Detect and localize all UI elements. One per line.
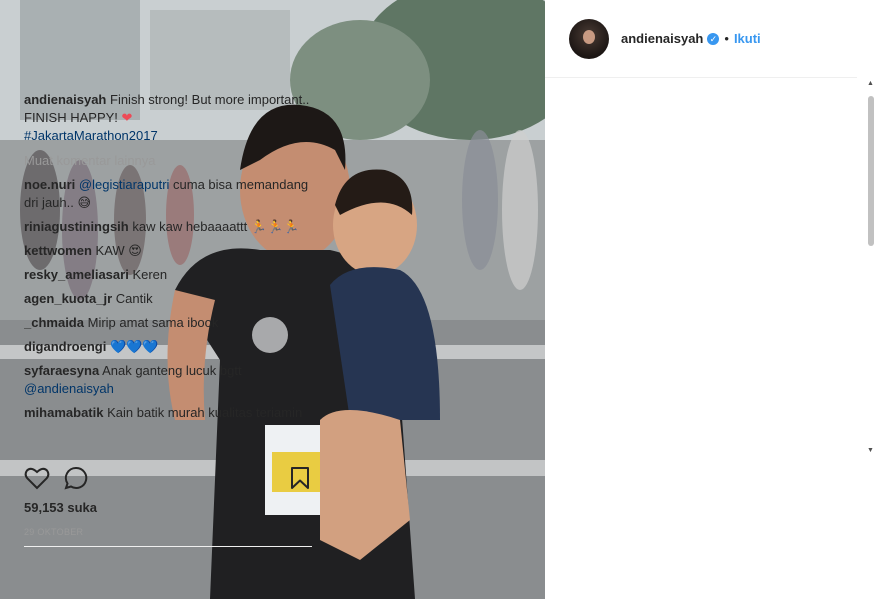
comment-text: Cantik xyxy=(115,291,153,306)
scroll-up-icon[interactable]: ▲ xyxy=(867,80,874,87)
comments-list[interactable]: andienaisyah Finish strong! But more imp… xyxy=(24,78,314,456)
header-username[interactable]: andienaisyah xyxy=(621,31,703,46)
avatar[interactable] xyxy=(569,18,609,59)
comment-username[interactable]: noe.nuri xyxy=(24,177,75,192)
bookmark-icon[interactable] xyxy=(290,466,310,495)
post-caption: andienaisyah Finish strong! But more imp… xyxy=(24,91,314,145)
comment-mention[interactable]: @legistiaraputri xyxy=(79,177,170,192)
caption-username[interactable]: andienaisyah xyxy=(24,92,106,107)
post-header: andienaisyah ✓ • Ikuti xyxy=(545,0,857,78)
comment-text: Kain batik murah kualitas teriamin xyxy=(107,405,303,420)
comment-username[interactable]: _chmaida xyxy=(24,315,84,330)
comment-text: Anak ganteng lucuk bgtt xyxy=(102,363,242,378)
follow-button[interactable]: Ikuti xyxy=(734,31,761,46)
comment-username[interactable]: agen_kuota_jr xyxy=(24,291,112,306)
comment-item: noe.nuri @legistiaraputri cuma bisa mema… xyxy=(24,176,314,212)
divider xyxy=(24,546,312,547)
comment-username[interactable]: mihamabatik xyxy=(24,405,103,420)
comment-username[interactable]: syfaraesyna xyxy=(24,363,99,378)
comment-text: Mirip amat sama ibook xyxy=(87,315,219,330)
comment-text: kaw kaw hebaaaattt 🏃🏃🏃 xyxy=(132,219,300,234)
comment-item: kettwomen KAW 😍 xyxy=(24,242,314,260)
likes-count[interactable]: 59,153 suka xyxy=(24,500,97,515)
red-heart-emoji-icon: ❤ xyxy=(121,110,133,125)
comment-username[interactable]: riniagustiningsih xyxy=(24,219,129,234)
comment-text: Keren xyxy=(132,267,168,282)
comment-item: _chmaida Mirip amat sama ibook xyxy=(24,314,314,332)
post-date[interactable]: 29 OKTOBER xyxy=(24,527,83,537)
comment-item: mihamabatik Kain batik murah kualitas te… xyxy=(24,404,314,422)
comments-scrollbar[interactable]: ▲ ▼ xyxy=(864,78,878,456)
heart-outline-icon[interactable] xyxy=(24,466,50,495)
comment-username[interactable]: resky_ameliasari xyxy=(24,267,129,282)
scroll-down-icon[interactable]: ▼ xyxy=(867,447,874,454)
comment-item: syfaraesyna Anak ganteng lucuk bgtt @and… xyxy=(24,362,314,398)
comment-username[interactable]: digandroengi xyxy=(24,339,106,354)
comment-item: riniagustiningsih kaw kaw hebaaaattt 🏃🏃🏃 xyxy=(24,218,314,236)
comment-username[interactable]: kettwomen xyxy=(24,243,92,258)
post-details-panel: andienaisyah ✓ • Ikuti xyxy=(545,0,881,599)
load-more-comments-link[interactable]: Muat komentar lainnya xyxy=(24,152,314,170)
comment-item: agen_kuota_jr Cantik xyxy=(24,290,314,308)
action-bar xyxy=(24,466,314,494)
scroll-thumb[interactable] xyxy=(868,96,874,246)
comment-item: digandroengi 💙💙💙 xyxy=(24,338,314,356)
comment-bubble-icon[interactable] xyxy=(64,466,90,495)
comment-item: resky_ameliasari Keren xyxy=(24,266,314,284)
verified-badge-icon: ✓ xyxy=(707,32,720,45)
caption-hashtag[interactable]: #JakartaMarathon2017 xyxy=(24,128,158,143)
separator-dot: • xyxy=(724,31,729,46)
comment-mention[interactable]: @andienaisyah xyxy=(24,381,114,396)
comment-text: KAW 😍 xyxy=(95,243,142,258)
comment-text: 💙💙💙 xyxy=(109,339,159,354)
